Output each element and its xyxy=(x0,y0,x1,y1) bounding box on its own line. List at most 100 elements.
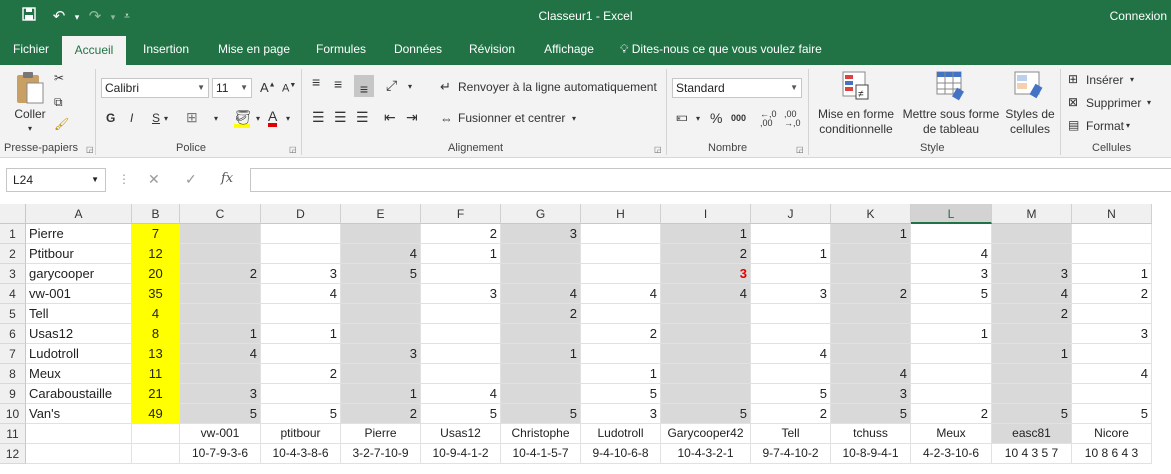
decrease-indent-icon[interactable]: ⇤ xyxy=(384,109,396,126)
tab-insertion[interactable]: Insertion xyxy=(130,34,202,65)
cell-k5[interactable] xyxy=(831,304,911,324)
cell-h7[interactable] xyxy=(581,344,661,364)
cell-k1[interactable]: 1 xyxy=(831,224,911,244)
cell-j9[interactable]: 5 xyxy=(751,384,831,404)
cell-f12[interactable]: 10-9-4-1-2 xyxy=(421,444,501,464)
cell-c1[interactable] xyxy=(180,224,261,244)
row-header-7[interactable]: 7 xyxy=(0,344,26,364)
cell-e1[interactable] xyxy=(341,224,421,244)
cell-a9[interactable]: Caraboustaille xyxy=(26,384,132,404)
row-header-5[interactable]: 5 xyxy=(0,304,26,324)
column-header-e[interactable]: E xyxy=(341,204,421,224)
orientation-dropdown-icon[interactable]: ▾ xyxy=(408,82,412,91)
cell-c8[interactable] xyxy=(180,364,261,384)
tab-formules[interactable]: Formules xyxy=(306,34,376,65)
cell-n10[interactable]: 5 xyxy=(1072,404,1152,424)
cell-l7[interactable] xyxy=(911,344,992,364)
tab-revision[interactable]: Révision xyxy=(460,34,524,65)
cell-m2[interactable] xyxy=(992,244,1072,264)
accounting-format-icon[interactable]: 💶︎ xyxy=(676,109,688,125)
cell-c11[interactable]: vw-001 xyxy=(180,424,261,444)
insert-function-button[interactable]: fx xyxy=(221,171,233,186)
cell-l9[interactable] xyxy=(911,384,992,404)
cell-m8[interactable] xyxy=(992,364,1072,384)
cell-c2[interactable] xyxy=(180,244,261,264)
cell-j5[interactable] xyxy=(751,304,831,324)
cell-b4[interactable]: 35 xyxy=(132,284,180,304)
cell-c6[interactable]: 1 xyxy=(180,324,261,344)
cell-k8[interactable]: 4 xyxy=(831,364,911,384)
row-header-9[interactable]: 9 xyxy=(0,384,26,404)
tab-fichier[interactable]: Fichier xyxy=(2,34,60,65)
accounting-dropdown-icon[interactable]: ▾ xyxy=(696,114,700,123)
cell-a4[interactable]: vw-001 xyxy=(26,284,132,304)
cell-d10[interactable]: 5 xyxy=(261,404,341,424)
cell-j8[interactable] xyxy=(751,364,831,384)
cell-m6[interactable] xyxy=(992,324,1072,344)
cell-m1[interactable] xyxy=(992,224,1072,244)
format-cells-icon[interactable]: ▤ xyxy=(1068,118,1079,132)
insert-cells-icon[interactable]: ⊞ xyxy=(1068,72,1078,86)
font-name-combo[interactable]: Calibri ▼ xyxy=(101,78,209,98)
cell-b9[interactable]: 21 xyxy=(132,384,180,404)
paste-icon[interactable] xyxy=(14,71,46,107)
column-header-k[interactable]: K xyxy=(831,204,911,224)
cell-h5[interactable] xyxy=(581,304,661,324)
cell-l5[interactable] xyxy=(911,304,992,324)
align-center-icon[interactable]: ☰ xyxy=(334,109,347,126)
merge-center-button[interactable]: Fusionner et centrer xyxy=(458,111,565,125)
row-header-2[interactable]: 2 xyxy=(0,244,26,264)
name-box-dropdown-icon[interactable]: ▼ xyxy=(91,169,99,191)
wrap-text-button[interactable]: Renvoyer à la ligne automatiquement xyxy=(458,80,657,94)
cell-f3[interactable] xyxy=(421,264,501,284)
cell-h4[interactable]: 4 xyxy=(581,284,661,304)
cell-b6[interactable]: 8 xyxy=(132,324,180,344)
cell-g8[interactable] xyxy=(501,364,581,384)
cell-e6[interactable] xyxy=(341,324,421,344)
shrink-font-icon[interactable]: A▼ xyxy=(282,82,296,95)
cell-i2[interactable]: 2 xyxy=(661,244,751,264)
align-middle-icon[interactable]: ≡ xyxy=(334,77,342,91)
cell-d9[interactable] xyxy=(261,384,341,404)
cell-i7[interactable] xyxy=(661,344,751,364)
merge-dropdown-icon[interactable]: ▾ xyxy=(572,114,576,123)
font-launcher-icon[interactable]: ◲ xyxy=(289,145,297,154)
delete-cells-icon[interactable]: ⊠ xyxy=(1068,95,1078,109)
cell-k9[interactable]: 3 xyxy=(831,384,911,404)
cell-n5[interactable] xyxy=(1072,304,1152,324)
cell-g11[interactable]: Christophe xyxy=(501,424,581,444)
cell-g10[interactable]: 5 xyxy=(501,404,581,424)
cell-e12[interactable]: 3-2-7-10-9 xyxy=(341,444,421,464)
decrease-decimal-icon[interactable]: ,00 →,0 xyxy=(784,110,801,128)
cell-b3[interactable]: 20 xyxy=(132,264,180,284)
cell-c7[interactable]: 4 xyxy=(180,344,261,364)
cell-j2[interactable]: 1 xyxy=(751,244,831,264)
cell-i5[interactable] xyxy=(661,304,751,324)
cell-d6[interactable]: 1 xyxy=(261,324,341,344)
cell-f5[interactable] xyxy=(421,304,501,324)
cell-n11[interactable]: Nicore xyxy=(1072,424,1152,444)
cell-b12[interactable] xyxy=(132,444,180,464)
cell-i9[interactable] xyxy=(661,384,751,404)
cell-c3[interactable]: 2 xyxy=(180,264,261,284)
cell-m3[interactable]: 3 xyxy=(992,264,1072,284)
worksheet-grid[interactable]: A B C D E F G H I J K L M N 1 Pierre 7 2 3 1 1 2 Ptitbour 12 4 1 2… xyxy=(0,204,1171,474)
cell-i1[interactable]: 1 xyxy=(661,224,751,244)
cell-n3[interactable]: 1 xyxy=(1072,264,1152,284)
column-header-g[interactable]: G xyxy=(501,204,581,224)
cell-k7[interactable] xyxy=(831,344,911,364)
formula-bar-grip[interactable]: ⋮ xyxy=(118,172,130,186)
column-header-c[interactable]: C xyxy=(180,204,261,224)
cell-k4[interactable]: 2 xyxy=(831,284,911,304)
italic-button[interactable]: I xyxy=(130,111,133,125)
cell-i6[interactable] xyxy=(661,324,751,344)
cell-g7[interactable]: 1 xyxy=(501,344,581,364)
paste-dropdown-icon[interactable]: ▾ xyxy=(22,121,38,136)
cell-e8[interactable] xyxy=(341,364,421,384)
format-as-table-icon[interactable] xyxy=(936,71,966,101)
cell-m11[interactable]: easc81 xyxy=(992,424,1072,444)
delete-cells-button[interactable]: Supprimer xyxy=(1086,96,1141,110)
align-left-icon[interactable]: ☰ xyxy=(312,109,325,126)
cell-k3[interactable] xyxy=(831,264,911,284)
row-header-11[interactable]: 11 xyxy=(0,424,26,444)
